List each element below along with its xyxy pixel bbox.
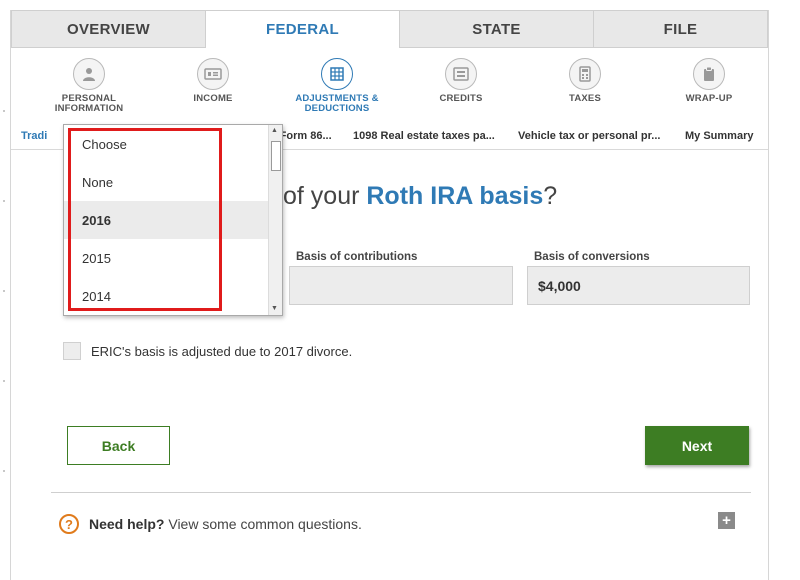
divorce-adjustment-label[interactable]: ERIC's basis is adjusted due to 2017 div… xyxy=(91,344,352,359)
expand-plus-icon[interactable]: + xyxy=(718,512,735,529)
subtab-vehicle-tax[interactable]: Vehicle tax or personal pr... xyxy=(518,130,660,142)
clipboard-icon xyxy=(693,58,725,90)
step-label: CREDITS xyxy=(439,93,483,104)
step-personal-information[interactable]: PERSONAL INFORMATION xyxy=(29,58,149,114)
edge-dot xyxy=(3,290,5,292)
app-frame: OVERVIEW FEDERAL STATE FILE PERSONAL INF… xyxy=(10,10,769,580)
step-wrap-up[interactable]: WRAP-UP xyxy=(649,58,769,104)
step-adjustments-deductions[interactable]: ADJUSTMENTS & DEDUCTIONS xyxy=(277,58,397,114)
question-prefix: of your xyxy=(283,182,367,210)
question-suffix: ? xyxy=(543,182,558,210)
subtab-form-86[interactable]: (Form 86... xyxy=(276,130,332,142)
money-icon xyxy=(197,58,229,90)
help-link[interactable]: Need help? View some common questions. xyxy=(89,516,362,532)
dropdown-option-2016[interactable]: 2016 xyxy=(64,201,269,239)
scroll-up-arrow-icon[interactable]: ▲ xyxy=(271,127,278,134)
contributions-input[interactable] xyxy=(289,266,513,305)
edge-dot xyxy=(3,470,5,472)
scroll-down-arrow-icon[interactable]: ▼ xyxy=(271,305,278,312)
divorce-adjustment-checkbox[interactable] xyxy=(63,342,81,360)
conversions-input[interactable]: $4,000 xyxy=(527,266,750,305)
step-taxes[interactable]: TAXES xyxy=(525,58,645,104)
conversions-label: Basis of conversions xyxy=(534,251,650,263)
subtab-1098-real-estate[interactable]: 1098 Real estate taxes pa... xyxy=(353,130,495,142)
tab-state[interactable]: STATE xyxy=(400,10,594,48)
credits-icon xyxy=(445,58,477,90)
edge-dot xyxy=(3,200,5,202)
step-label: PERSONAL INFORMATION xyxy=(54,93,124,114)
back-button[interactable]: Back xyxy=(67,426,170,465)
question-highlight: Roth IRA basis xyxy=(366,182,544,210)
dropdown-option-2014[interactable]: 2014 xyxy=(64,277,269,315)
tab-overview[interactable]: OVERVIEW xyxy=(11,10,206,48)
main-tabs: OVERVIEW FEDERAL STATE FILE xyxy=(11,10,768,48)
calculator-icon xyxy=(569,58,601,90)
tab-file[interactable]: FILE xyxy=(594,10,768,48)
person-icon xyxy=(73,58,105,90)
help-bold: Need help? xyxy=(89,516,165,532)
step-income[interactable]: INCOME xyxy=(153,58,273,104)
edge-dot xyxy=(3,110,5,112)
dropdown-option-none[interactable]: None xyxy=(64,163,269,201)
edge-dot xyxy=(3,380,5,382)
help-icon[interactable]: ? xyxy=(59,514,79,534)
subtab-my-summary[interactable]: My Summary xyxy=(685,130,753,142)
step-credits[interactable]: CREDITS xyxy=(401,58,521,104)
next-button[interactable]: Next xyxy=(645,426,749,465)
step-label: TAXES xyxy=(569,93,601,104)
dropdown-scrollbar[interactable]: ▲ ▼ xyxy=(268,125,282,315)
step-label: INCOME xyxy=(193,93,233,104)
step-nav: PERSONAL INFORMATION INCOME ADJUSTMENTS … xyxy=(11,58,768,122)
subtab-traditional[interactable]: Tradi xyxy=(21,130,47,142)
page-question: of your Roth IRA basis? xyxy=(283,182,557,211)
dropdown-option-choose[interactable]: Choose xyxy=(64,125,269,163)
help-text: View some common questions. xyxy=(164,516,362,532)
year-dropdown-list[interactable]: Choose None 2016 2015 2014 ▲ ▼ xyxy=(63,124,283,316)
dropdown-option-2015[interactable]: 2015 xyxy=(64,239,269,277)
scrollbar-thumb[interactable] xyxy=(271,141,281,171)
step-label: ADJUSTMENTS & DEDUCTIONS xyxy=(295,93,379,114)
ledger-icon xyxy=(321,58,353,90)
divider xyxy=(51,492,751,493)
step-label: WRAP-UP xyxy=(685,93,733,104)
contributions-label: Basis of contributions xyxy=(296,251,418,263)
tab-federal[interactable]: FEDERAL xyxy=(206,10,400,48)
